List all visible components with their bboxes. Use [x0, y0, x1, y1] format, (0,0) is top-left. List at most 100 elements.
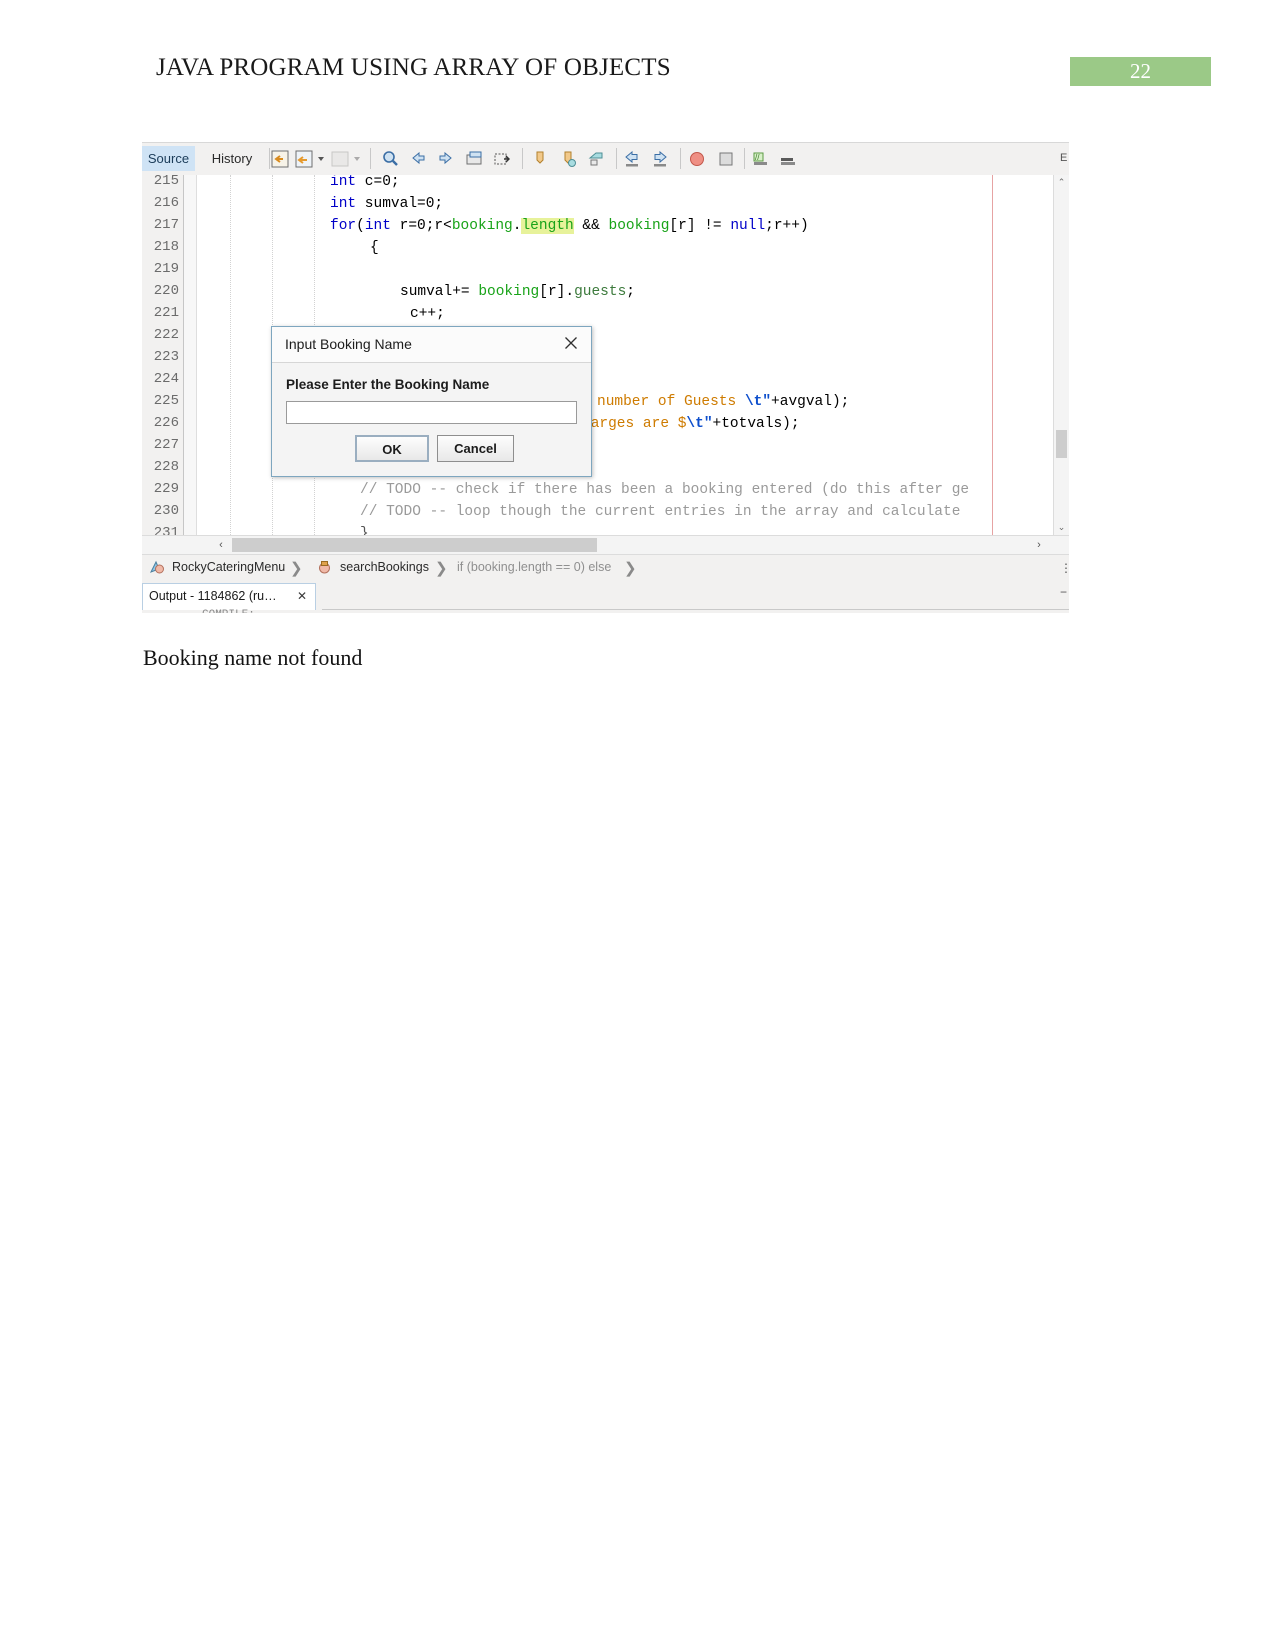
- code-line-230: // TODO -- loop though the current entri…: [360, 504, 961, 520]
- svg-text://: //: [755, 153, 760, 162]
- code-line-226: harges are $\t"+totvals);: [582, 416, 800, 432]
- code-token: (: [356, 218, 365, 234]
- editor-horizontal-scrollbar[interactable]: ‹ ›: [142, 535, 1069, 554]
- breadcrumb-block-text: if (booking.length == 0) else: [457, 560, 612, 574]
- code-fold-strip[interactable]: [184, 175, 197, 535]
- dialog-titlebar: Input Booking Name: [272, 327, 591, 363]
- keyword-null: null: [730, 218, 766, 234]
- output-tab[interactable]: Output - 1184862 (ru… ✕: [142, 583, 316, 610]
- breadcrumb-item-class[interactable]: RockyCateringMenu: [172, 560, 285, 574]
- inspect-icon[interactable]: //: [750, 149, 770, 169]
- code-token: [r].: [539, 284, 575, 300]
- comment-icon[interactable]: [586, 149, 606, 169]
- right-margin-line: [992, 175, 993, 535]
- scroll-right-arrow-icon[interactable]: ›: [1030, 536, 1048, 554]
- booking-name-input[interactable]: [286, 401, 577, 424]
- horizontal-scroll-thumb[interactable]: [232, 538, 597, 552]
- refresh-icon[interactable]: [330, 149, 350, 169]
- close-icon[interactable]: [563, 335, 579, 351]
- breadcrumb-separator-icon: ❯: [624, 560, 637, 577]
- next-error-icon[interactable]: [650, 149, 670, 169]
- toolbar-separator-4: [616, 148, 617, 169]
- page-number-badge: 22: [1070, 57, 1211, 86]
- code-token: sumval+=: [400, 284, 479, 300]
- line-number: 221: [153, 305, 179, 321]
- line-number: 223: [153, 349, 179, 365]
- scroll-left-arrow-icon[interactable]: ‹: [212, 536, 230, 554]
- document-header: JAVA PROGRAM USING ARRAY OF OBJECTS 22: [0, 0, 1275, 115]
- escape-sequence: \t": [744, 394, 772, 410]
- scroll-down-arrow-icon[interactable]: ⌄: [1054, 520, 1069, 535]
- input-booking-name-dialog: Input Booking Name Please Enter the Book…: [271, 326, 592, 477]
- toolbar-separator-2: [370, 148, 371, 169]
- output-tab-label: Output - 1184862 (ru…: [149, 589, 277, 603]
- output-divider: [322, 609, 1069, 610]
- line-number: 228: [153, 459, 179, 475]
- line-number: 216: [153, 195, 179, 211]
- code-line-231: }: [360, 526, 369, 535]
- editor-vertical-scrollbar[interactable]: ⌃ ⌄: [1053, 175, 1069, 535]
- back-to-source-icon[interactable]: [294, 149, 314, 169]
- method-icon: [317, 560, 332, 575]
- code-token: ;r++): [765, 218, 809, 234]
- code-token: r=0;r<: [390, 218, 452, 234]
- previous-error-icon[interactable]: [622, 149, 642, 169]
- breadcrumb-separator-icon: ❯: [435, 560, 448, 577]
- line-number: 231: [153, 525, 179, 535]
- keyword-int: int: [330, 175, 357, 190]
- indent-guide: [230, 175, 231, 535]
- keyword-for: for: [330, 218, 357, 234]
- line-number: 220: [153, 283, 179, 299]
- code-line-217: for(int r=0;r<booking.length && booking[…: [330, 218, 809, 234]
- toolbar-separator-6: [744, 148, 745, 169]
- netbeans-ide-screenshot: Source History // E 215 216 217 218 219 …: [142, 142, 1069, 613]
- toggle-highlight-icon[interactable]: [778, 149, 798, 169]
- output-console-text: COMPILE:: [202, 609, 255, 613]
- code-token: [r] !=: [669, 218, 731, 234]
- close-icon[interactable]: ✕: [297, 589, 307, 603]
- escape-sequence: \t": [686, 416, 713, 432]
- output-window-tabstrip: Output - 1184862 (ru… ✕ COMPILE: −: [142, 581, 1069, 613]
- page-title: JAVA PROGRAM USING ARRAY OF OBJECTS: [156, 54, 671, 81]
- ok-button[interactable]: OK: [355, 435, 429, 462]
- field-guests: guests: [574, 284, 627, 300]
- code-line-215: int c=0;: [330, 175, 400, 190]
- find-selection-icon[interactable]: [380, 149, 400, 169]
- breadcrumb-item-block[interactable]: if (booking.length == 0) else: [457, 560, 611, 574]
- previous-bookmark-icon[interactable]: [408, 149, 428, 169]
- toolbar-separator-5: [680, 148, 681, 169]
- rectangular-selection-icon[interactable]: [492, 149, 512, 169]
- shift-line-left-icon[interactable]: [530, 149, 550, 169]
- toggle-bookmark-icon[interactable]: [464, 149, 484, 169]
- line-number: 226: [153, 415, 179, 431]
- toggle-breakpoint-icon[interactable]: [687, 149, 707, 169]
- dropdown-caret-icon[interactable]: [318, 157, 324, 161]
- output-right-edge-marker: −: [1060, 585, 1068, 599]
- vertical-scroll-thumb[interactable]: [1056, 430, 1067, 458]
- editor-toolbar: Source History // E: [142, 143, 1069, 176]
- breadcrumb-item-method[interactable]: searchBookings: [340, 560, 429, 574]
- class-file-icon: [149, 560, 165, 575]
- identifier-booking: booking: [608, 218, 670, 234]
- tab-source[interactable]: Source: [142, 146, 195, 171]
- line-number: 227: [153, 437, 179, 453]
- code-token: +totvals);: [712, 416, 800, 432]
- code-line-218: {: [370, 240, 379, 256]
- code-line-229: // TODO -- check if there has been a boo…: [360, 482, 970, 498]
- scroll-up-arrow-icon[interactable]: ⌃: [1054, 175, 1069, 190]
- dialog-prompt-label: Please Enter the Booking Name: [286, 377, 490, 392]
- line-number: 215: [153, 175, 179, 189]
- line-number: 229: [153, 481, 179, 497]
- string-literal: harges are $: [582, 416, 687, 432]
- line-number: 217: [153, 217, 179, 233]
- cancel-button[interactable]: Cancel: [437, 435, 514, 462]
- dropdown-caret-2-icon[interactable]: [354, 157, 360, 161]
- line-number: 230: [153, 503, 179, 519]
- shift-line-right-icon[interactable]: [558, 149, 578, 169]
- tab-history[interactable]: History: [199, 146, 265, 171]
- stop-icon[interactable]: [716, 149, 736, 169]
- next-bookmark-icon[interactable]: [436, 149, 456, 169]
- dialog-title: Input Booking Name: [285, 336, 412, 352]
- line-number: 225: [153, 393, 179, 409]
- last-edit-icon[interactable]: [270, 149, 290, 169]
